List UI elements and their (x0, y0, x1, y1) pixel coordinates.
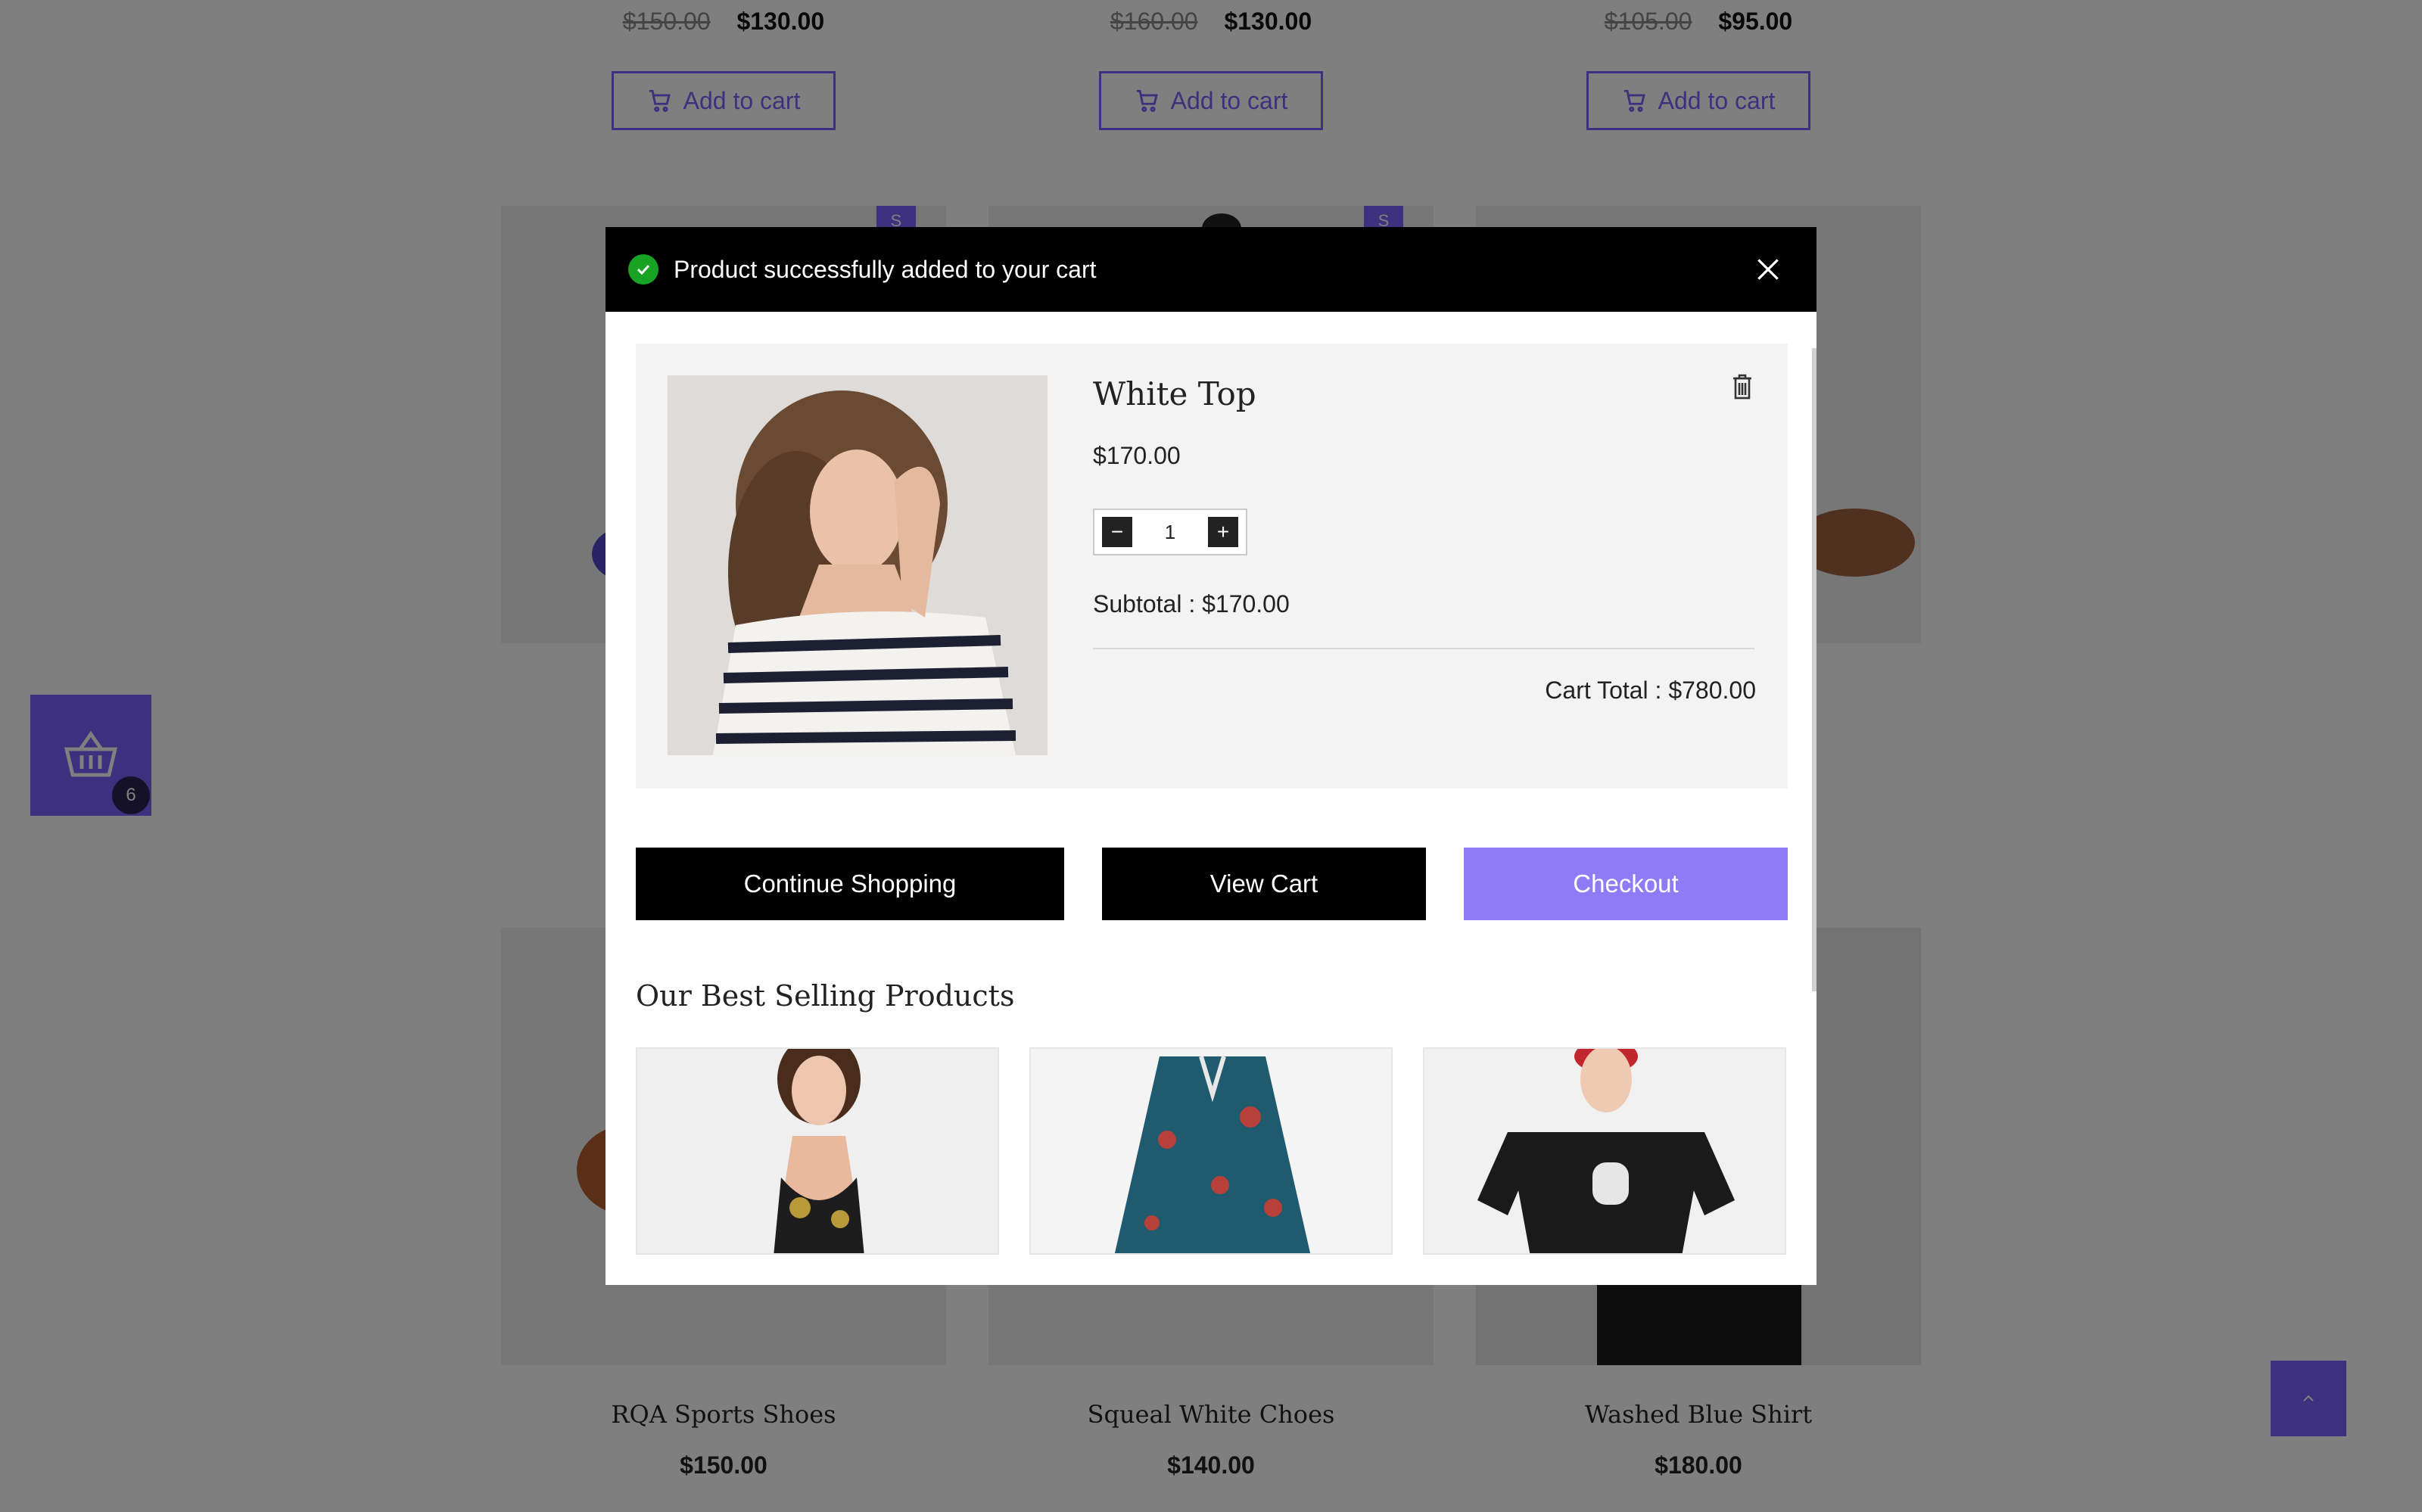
divider (1093, 648, 1754, 649)
qty-increase-button[interactable]: + (1208, 517, 1238, 547)
add-to-cart-modal: Product successfully added to your cart (606, 227, 1816, 1285)
close-icon[interactable] (1753, 254, 1783, 285)
product-name[interactable]: White Top (1093, 375, 1256, 412)
modal-title: Product successfully added to your cart (674, 255, 1097, 283)
trash-icon[interactable] (1732, 374, 1753, 400)
continue-shopping-button[interactable]: Continue Shopping (636, 848, 1064, 920)
product-price: $170.00 (1093, 442, 1181, 469)
checkout-button[interactable]: Checkout (1464, 848, 1788, 920)
best-selling-product[interactable] (636, 1047, 999, 1255)
product-image (668, 375, 1048, 755)
best-selling-title: Our Best Selling Products (636, 979, 1015, 1013)
qty-decrease-button[interactable]: − (1102, 517, 1132, 547)
item-subtotal: Subtotal : $170.00 (1093, 590, 1290, 618)
modal-header: Product successfully added to your cart (606, 227, 1816, 312)
cart-item: White Top $170.00 − 1 + Subtotal : $170.… (636, 344, 1788, 789)
qty-input[interactable]: 1 (1165, 521, 1175, 544)
best-selling-product[interactable] (1423, 1047, 1786, 1255)
check-icon (628, 254, 658, 285)
quantity-stepper: − 1 + (1093, 509, 1247, 555)
view-cart-button[interactable]: View Cart (1102, 848, 1426, 920)
cart-total: Cart Total : $780.00 (1545, 677, 1756, 704)
best-selling-product[interactable] (1029, 1047, 1393, 1255)
modal-scrollbar[interactable] (1812, 348, 1816, 991)
